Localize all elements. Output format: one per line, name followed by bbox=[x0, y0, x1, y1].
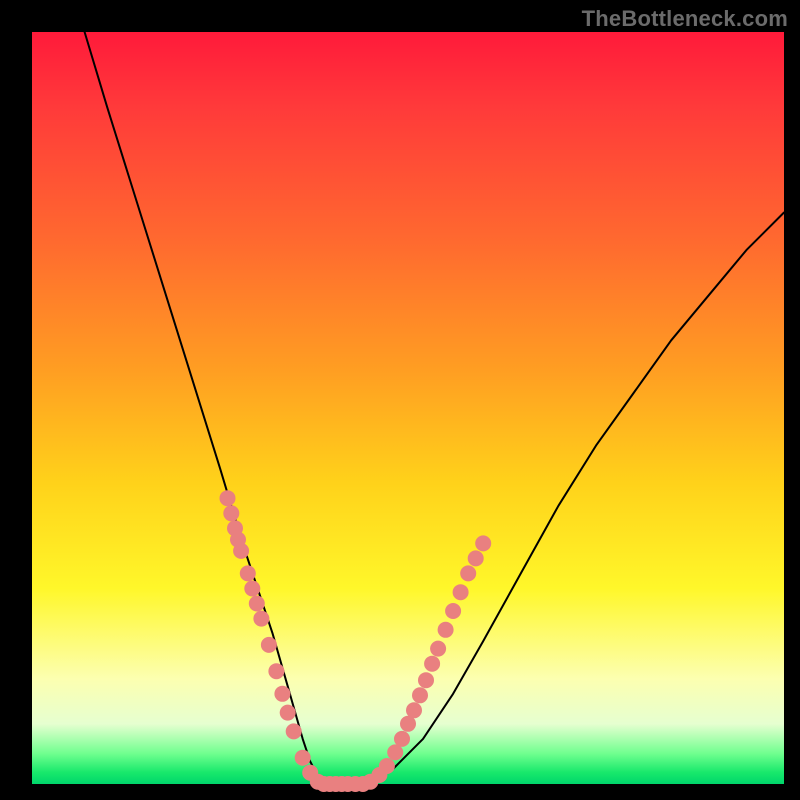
chart-svg bbox=[32, 32, 784, 784]
data-point bbox=[274, 686, 290, 702]
data-point bbox=[295, 750, 311, 766]
data-point bbox=[468, 550, 484, 566]
data-point bbox=[406, 702, 422, 718]
data-point bbox=[379, 758, 395, 774]
data-point bbox=[424, 656, 440, 672]
data-point bbox=[412, 687, 428, 703]
chart-frame: TheBottleneck.com bbox=[0, 0, 800, 800]
data-point bbox=[244, 581, 260, 597]
data-point bbox=[475, 535, 491, 551]
plot-area bbox=[32, 32, 784, 784]
data-point bbox=[438, 622, 454, 638]
data-point bbox=[460, 565, 476, 581]
data-point bbox=[430, 641, 446, 657]
data-point bbox=[253, 611, 269, 627]
marker-layer bbox=[220, 490, 492, 792]
data-point bbox=[223, 505, 239, 521]
data-point bbox=[233, 543, 249, 559]
data-point bbox=[453, 584, 469, 600]
data-point bbox=[261, 637, 277, 653]
data-point bbox=[286, 723, 302, 739]
data-point bbox=[220, 490, 236, 506]
data-point bbox=[418, 672, 434, 688]
data-point bbox=[249, 596, 265, 612]
watermark-text: TheBottleneck.com bbox=[582, 6, 788, 32]
data-point bbox=[445, 603, 461, 619]
data-point bbox=[268, 663, 284, 679]
data-point bbox=[280, 705, 296, 721]
data-point bbox=[394, 731, 410, 747]
data-point bbox=[240, 565, 256, 581]
